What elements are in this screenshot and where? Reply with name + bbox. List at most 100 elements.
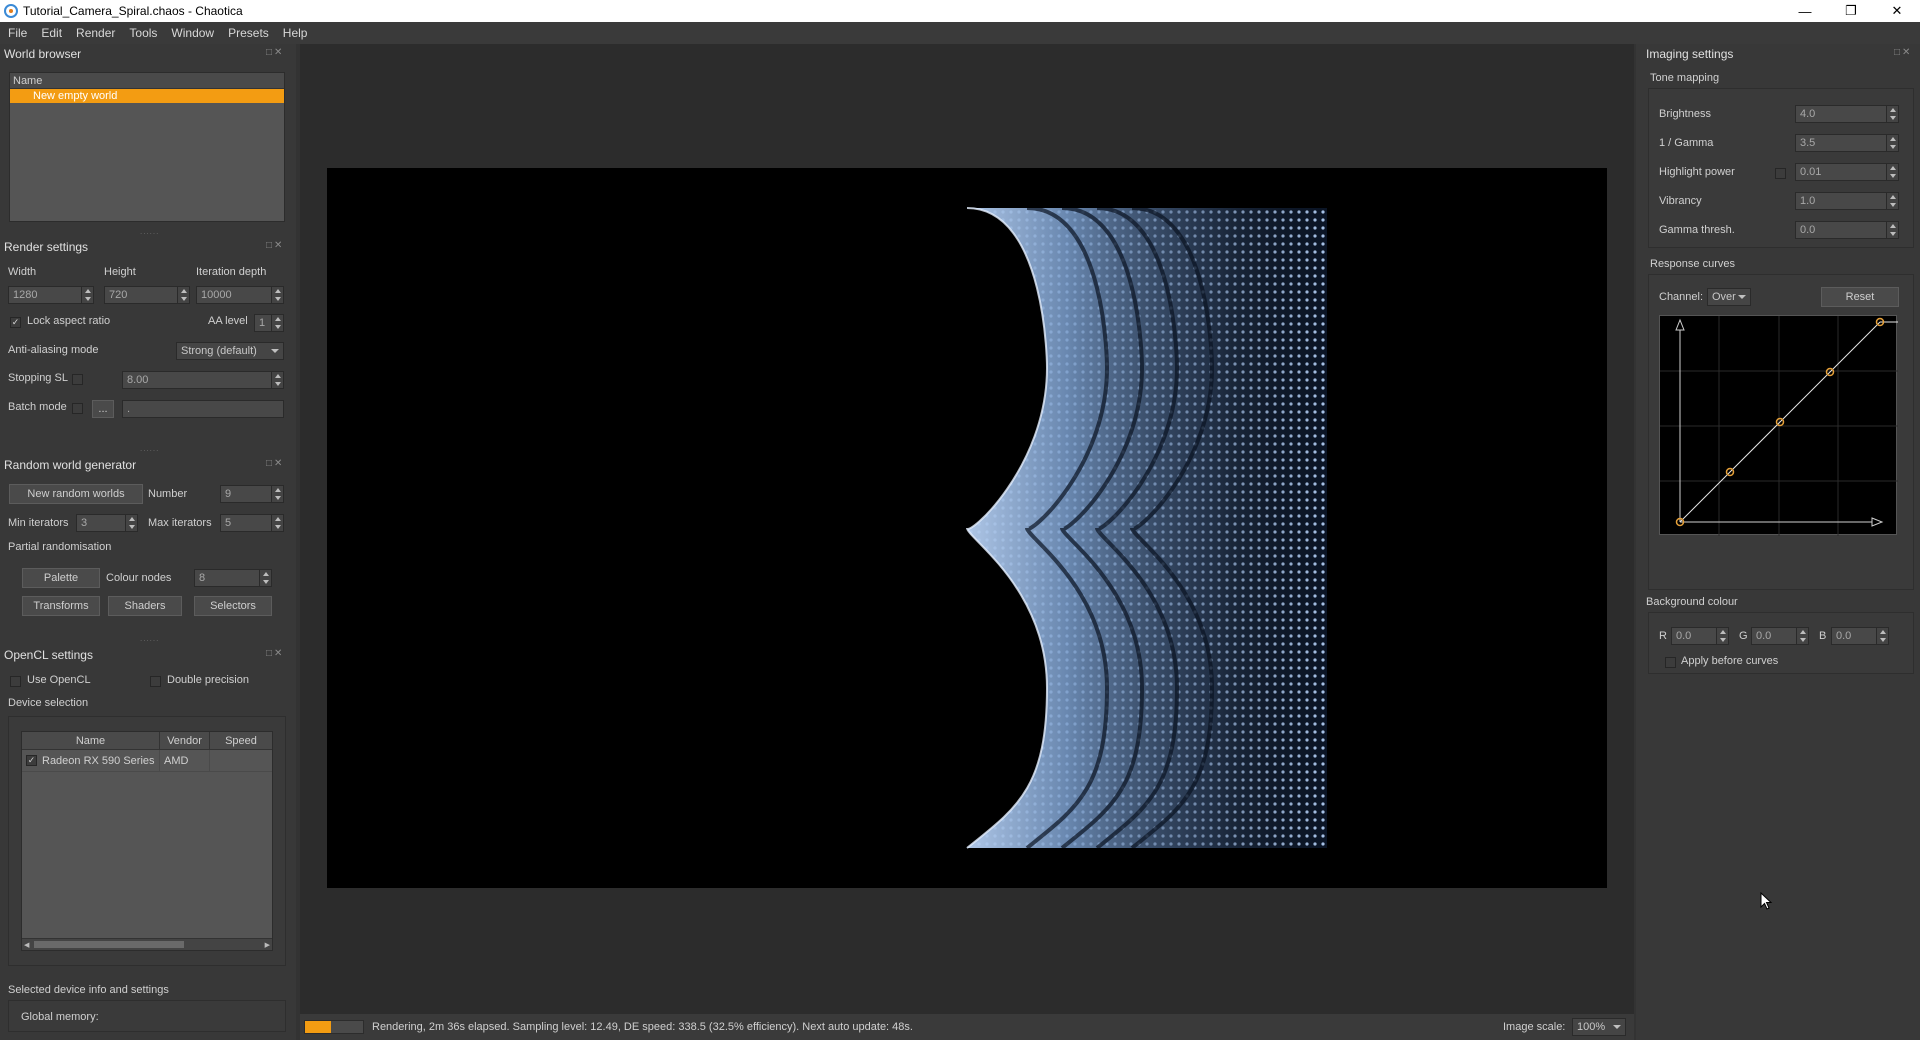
channel-select[interactable]: Over xyxy=(1707,288,1751,306)
lock-aspect-checkbox[interactable]: ✓ xyxy=(10,317,21,328)
palette-button[interactable]: Palette xyxy=(22,568,100,588)
apply-before-curves-checkbox[interactable] xyxy=(1665,657,1676,668)
spinner-icon[interactable] xyxy=(125,515,137,531)
reset-curves-button[interactable]: Reset xyxy=(1821,287,1899,307)
spinner-icon[interactable] xyxy=(271,315,283,331)
close-window-button[interactable]: ✕ xyxy=(1874,0,1920,22)
world-list[interactable]: Name New empty world xyxy=(9,72,285,222)
world-list-item[interactable]: New empty world xyxy=(10,89,284,103)
spinner-icon[interactable] xyxy=(259,570,271,586)
scroll-left-icon[interactable]: ◀ xyxy=(24,941,29,949)
max-iterators-input[interactable]: 5 xyxy=(220,514,284,532)
menu-presets[interactable]: Presets xyxy=(228,26,269,40)
random-world-title: Random world generator xyxy=(4,458,137,472)
spinner-icon[interactable] xyxy=(1716,628,1728,644)
device-table[interactable]: Name Vendor Speed ✓ Radeon RX 590 Series… xyxy=(21,731,273,951)
gamma-thresh-input[interactable]: 0.0 xyxy=(1795,221,1899,239)
number-input[interactable]: 9 xyxy=(220,485,284,503)
width-value: 1280 xyxy=(13,289,38,301)
spinner-icon[interactable] xyxy=(177,287,189,303)
double-precision-checkbox[interactable] xyxy=(150,676,161,687)
menu-tools[interactable]: Tools xyxy=(129,26,157,40)
menu-help[interactable]: Help xyxy=(283,26,308,40)
batch-mode-checkbox[interactable] xyxy=(72,403,83,414)
transforms-button[interactable]: Transforms xyxy=(22,596,100,616)
device-selection-label: Device selection xyxy=(8,697,89,709)
spinner-icon[interactable] xyxy=(1886,193,1898,209)
gamma-thresh-label: Gamma thresh. xyxy=(1659,224,1735,236)
spinner-icon[interactable] xyxy=(81,287,93,303)
r-input[interactable]: 0.0 xyxy=(1671,627,1729,645)
dock-float-close-icon[interactable]: □✕ xyxy=(266,240,284,251)
device-table-header: Name Vendor Speed xyxy=(22,732,272,750)
g-input[interactable]: 0.0 xyxy=(1751,627,1809,645)
menu-render[interactable]: Render xyxy=(76,26,115,40)
splitter-grip[interactable]: ...... xyxy=(140,634,159,643)
aa-level-input[interactable]: 1 xyxy=(254,314,284,332)
render-canvas[interactable] xyxy=(327,168,1607,888)
column-speed[interactable]: Speed xyxy=(210,732,272,749)
splitter-grip[interactable]: ...... xyxy=(140,444,159,453)
min-iterators-input[interactable]: 3 xyxy=(76,514,138,532)
width-input[interactable]: 1280 xyxy=(8,286,94,304)
use-opencl-checkbox[interactable] xyxy=(10,676,21,687)
scrollbar-thumb[interactable] xyxy=(34,941,184,948)
stopping-sl-checkbox[interactable] xyxy=(72,374,83,385)
iteration-depth-input[interactable]: 10000 xyxy=(196,286,284,304)
channel-label: Channel: xyxy=(1659,291,1704,303)
dock-float-close-icon[interactable]: □✕ xyxy=(266,648,284,659)
spinner-icon[interactable] xyxy=(271,372,283,388)
spinner-icon[interactable] xyxy=(1886,135,1898,151)
vibrancy-input[interactable]: 1.0 xyxy=(1795,192,1899,210)
min-iterators-value: 3 xyxy=(81,517,88,529)
spinner-icon[interactable] xyxy=(271,287,283,303)
highlight-power-checkbox[interactable] xyxy=(1775,168,1786,179)
scroll-right-icon[interactable]: ▶ xyxy=(265,941,270,949)
number-label: Number xyxy=(148,488,188,500)
spinner-icon[interactable] xyxy=(1876,628,1888,644)
batch-path-input[interactable]: . xyxy=(122,400,284,418)
b-input[interactable]: 0.0 xyxy=(1831,627,1889,645)
shaders-button[interactable]: Shaders xyxy=(108,596,182,616)
menu-window[interactable]: Window xyxy=(171,26,214,40)
highlight-power-input[interactable]: 0.01 xyxy=(1795,163,1899,181)
selectors-button[interactable]: Selectors xyxy=(194,596,272,616)
curve-editor-canvas[interactable] xyxy=(1660,316,1898,536)
table-row[interactable]: ✓ Radeon RX 590 Series AMD xyxy=(22,750,272,772)
aa-mode-select[interactable]: Strong (default) xyxy=(176,342,284,360)
brightness-input[interactable]: 4.0 xyxy=(1795,105,1899,123)
column-vendor[interactable]: Vendor xyxy=(160,732,210,749)
spinner-icon[interactable] xyxy=(1886,106,1898,122)
column-name[interactable]: Name xyxy=(22,732,160,749)
minimize-button[interactable]: — xyxy=(1782,0,1828,22)
max-iterators-label: Max iterators xyxy=(148,517,212,529)
splitter-grip[interactable]: ...... xyxy=(140,227,159,236)
spinner-icon[interactable] xyxy=(1796,628,1808,644)
spinner-icon[interactable] xyxy=(271,486,283,502)
new-random-worlds-button[interactable]: New random worlds xyxy=(9,484,143,504)
colour-nodes-input[interactable]: 8 xyxy=(194,569,272,587)
horizontal-scrollbar[interactable]: ◀ ▶ xyxy=(22,938,272,950)
spinner-icon[interactable] xyxy=(271,515,283,531)
highlight-power-label: Highlight power xyxy=(1659,166,1735,178)
menu-edit[interactable]: Edit xyxy=(41,26,62,40)
spinner-icon[interactable] xyxy=(1886,164,1898,180)
device-checkbox[interactable]: ✓ xyxy=(26,755,37,766)
b-value: 0.0 xyxy=(1836,630,1852,642)
image-scale-select[interactable]: 100% xyxy=(1572,1018,1626,1036)
restore-button[interactable]: ❐ xyxy=(1828,0,1874,22)
dock-float-close-icon[interactable]: □✕ xyxy=(1894,47,1912,58)
spinner-icon[interactable] xyxy=(1886,222,1898,238)
lock-aspect-label: Lock aspect ratio xyxy=(27,315,111,327)
stopping-sl-input[interactable]: 8.00 xyxy=(122,371,284,389)
menu-file[interactable]: File xyxy=(8,26,27,40)
height-input[interactable]: 720 xyxy=(104,286,190,304)
dock-float-close-icon[interactable]: □✕ xyxy=(266,47,284,58)
dock-float-close-icon[interactable]: □✕ xyxy=(266,458,284,469)
min-iterators-label: Min iterators xyxy=(8,517,69,529)
curve-editor[interactable] xyxy=(1659,315,1898,536)
stopping-sl-value: 8.00 xyxy=(127,374,149,386)
batch-browse-button[interactable]: ... xyxy=(92,400,114,418)
chevron-down-icon xyxy=(1738,295,1746,299)
gamma-input[interactable]: 3.5 xyxy=(1795,134,1899,152)
